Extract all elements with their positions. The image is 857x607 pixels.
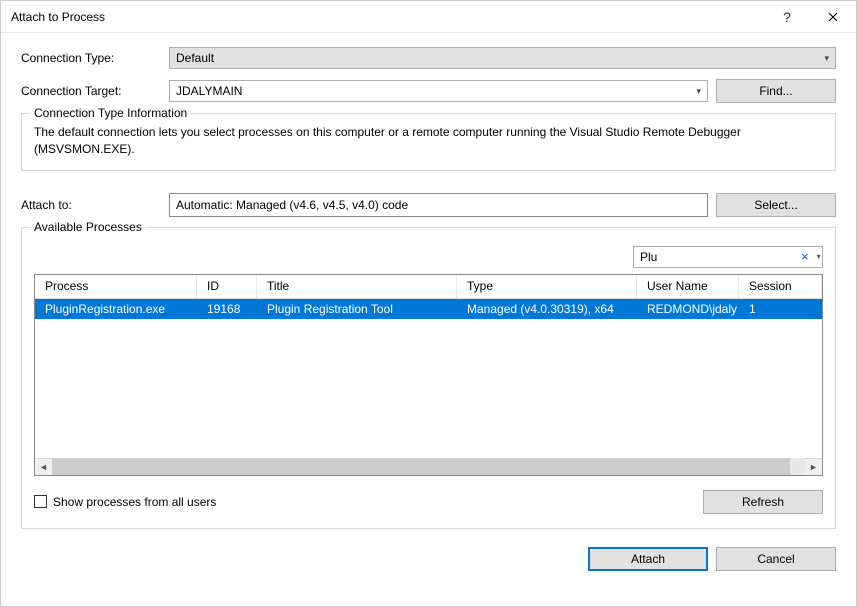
titlebar: Attach to Process ? [1, 1, 856, 33]
close-icon [828, 12, 838, 22]
cell-user: REDMOND\jdaly [637, 299, 739, 319]
cell-title: Plugin Registration Tool [257, 299, 457, 319]
show-all-users-label: Show processes from all users [53, 495, 216, 509]
col-header-title[interactable]: Title [257, 275, 457, 298]
process-filter-input[interactable] [640, 250, 795, 264]
attach-button[interactable]: Attach [588, 547, 708, 571]
attach-to-value: Automatic: Managed (v4.6, v4.5, v4.0) co… [176, 198, 408, 212]
attach-to-label: Attach to: [21, 198, 161, 212]
clear-filter-icon[interactable]: × [799, 249, 811, 264]
cell-type: Managed (v4.0.30319), x64 [457, 299, 637, 319]
connection-info-legend: Connection Type Information [30, 106, 191, 120]
table-row[interactable]: PluginRegistration.exe 19168 Plugin Regi… [35, 299, 822, 319]
col-header-user[interactable]: User Name [637, 275, 739, 298]
col-header-type[interactable]: Type [457, 275, 637, 298]
connection-target-select[interactable]: JDALYMAIN ▾ [169, 80, 708, 102]
cell-session: 1 [739, 299, 822, 319]
horizontal-scrollbar[interactable]: ◄ ► [35, 458, 822, 475]
dialog-title: Attach to Process [11, 10, 764, 24]
scroll-left-icon[interactable]: ◄ [35, 458, 52, 475]
col-header-id[interactable]: ID [197, 275, 257, 298]
refresh-button[interactable]: Refresh [703, 490, 823, 514]
connection-type-value: Default [176, 51, 214, 65]
available-processes-legend: Available Processes [30, 220, 146, 234]
connection-info-text: The default connection lets you select p… [34, 124, 823, 158]
show-all-users-checkbox[interactable]: Show processes from all users [34, 495, 216, 509]
attach-to-field: Automatic: Managed (v4.6, v4.5, v4.0) co… [169, 193, 708, 217]
connection-type-label: Connection Type: [21, 51, 161, 65]
chevron-down-icon[interactable]: ▾ [815, 252, 823, 261]
select-button[interactable]: Select... [716, 193, 836, 217]
chevron-down-icon: ▾ [824, 53, 829, 64]
connection-type-select[interactable]: Default ▾ [169, 47, 836, 69]
chevron-down-icon: ▾ [696, 86, 701, 97]
table-header: Process ID Title Type User Name Session [35, 275, 822, 299]
cell-process: PluginRegistration.exe [35, 299, 197, 319]
close-button[interactable] [810, 1, 856, 33]
cancel-button[interactable]: Cancel [716, 547, 836, 571]
find-button[interactable]: Find... [716, 79, 836, 103]
connection-target-value: JDALYMAIN [176, 84, 242, 98]
scroll-right-icon[interactable]: ► [805, 458, 822, 475]
help-button[interactable]: ? [764, 1, 810, 33]
col-header-session[interactable]: Session [739, 275, 822, 298]
checkbox-box [34, 495, 47, 508]
cell-id: 19168 [197, 299, 257, 319]
process-filter-box[interactable]: × ▾ [633, 246, 823, 268]
process-table: Process ID Title Type User Name Session … [34, 274, 823, 476]
col-header-process[interactable]: Process [35, 275, 197, 298]
connection-target-label: Connection Target: [21, 84, 161, 98]
